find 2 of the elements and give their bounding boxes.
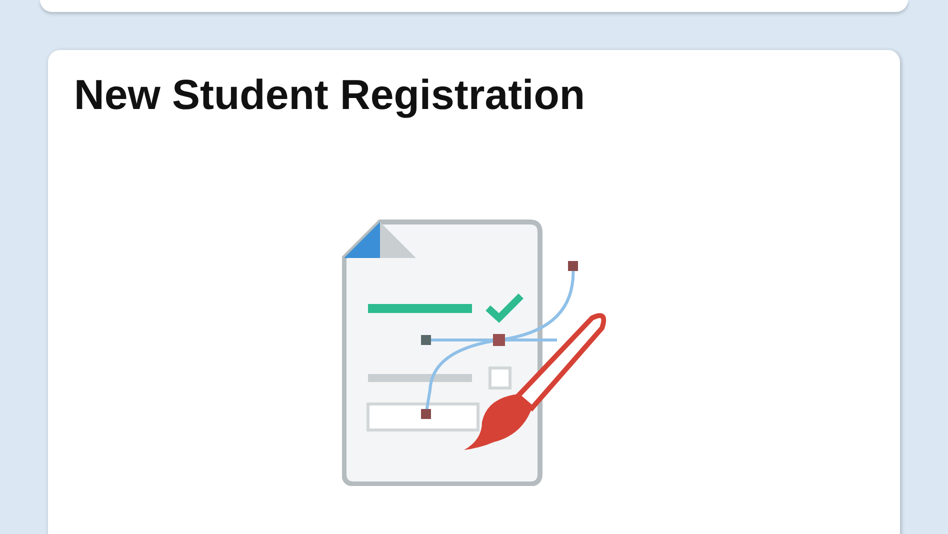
tile-title: New Student Registration <box>74 72 586 118</box>
registration-tile[interactable]: New Student Registration <box>48 50 900 534</box>
